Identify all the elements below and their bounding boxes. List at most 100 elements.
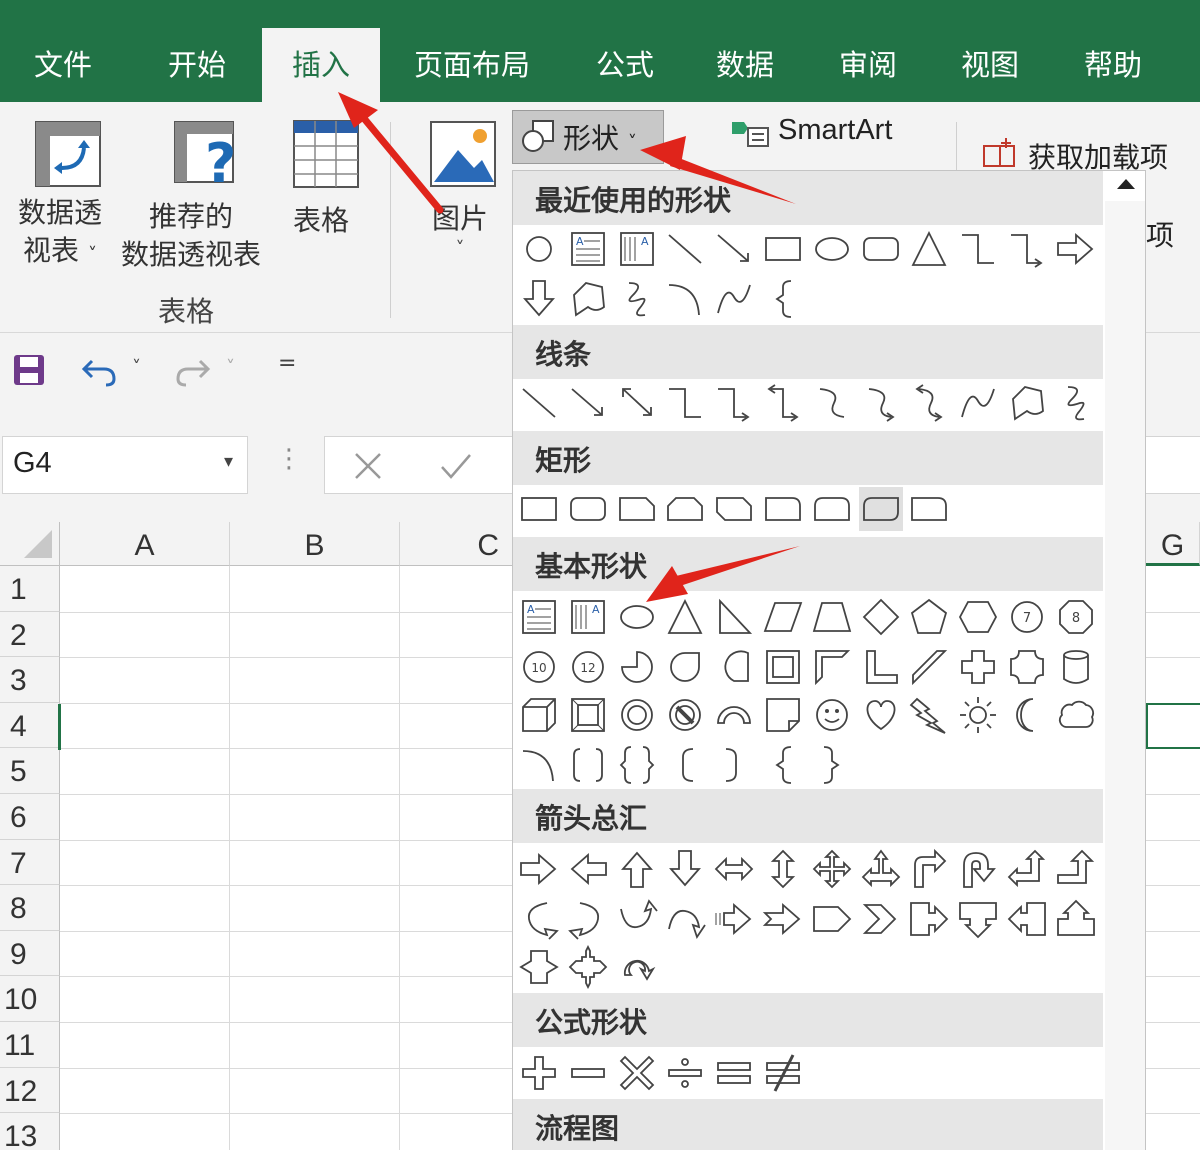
shape-scribble-icon[interactable] — [1054, 381, 1098, 425]
shape-vertical-text-box-icon[interactable]: A — [566, 595, 610, 639]
shape-line-icon[interactable] — [663, 227, 707, 271]
active-cell-g4[interactable] — [1146, 703, 1200, 749]
shape-bent-up-arrow-icon[interactable] — [1054, 847, 1098, 891]
cancel-icon[interactable] — [353, 451, 383, 481]
shape-frame-icon[interactable] — [761, 645, 805, 689]
row-header-1[interactable]: 1 — [0, 566, 60, 612]
name-box[interactable]: G4 ▾ — [2, 436, 248, 494]
shape-left-bracket-icon[interactable] — [663, 743, 707, 787]
shape-rounded-rectangle-icon[interactable] — [859, 227, 903, 271]
shape-right-bracket-icon[interactable] — [712, 743, 756, 787]
shape-block-arc-icon[interactable] — [712, 693, 756, 737]
shape-round-diagonal-icon[interactable] — [858, 487, 903, 531]
shape-pentagon-arrow-icon[interactable] — [810, 897, 854, 941]
shape-circle-icon[interactable] — [517, 227, 561, 271]
shape-right-triangle-icon[interactable] — [712, 595, 756, 639]
shape-decagon-icon[interactable]: 10 — [517, 645, 561, 689]
shape-elbow-connector-icon[interactable] — [663, 381, 707, 425]
shape-hexagon-icon[interactable] — [956, 595, 1000, 639]
shape-divide-icon[interactable] — [663, 1051, 707, 1095]
shape-not-equal-icon[interactable] — [761, 1051, 805, 1095]
shape-right-brace-icon[interactable] — [810, 743, 854, 787]
shape-curved-right-arrow-icon[interactable] — [517, 897, 561, 941]
shape-double-bracket-icon[interactable] — [566, 743, 610, 787]
tab-page-layout[interactable]: 页面布局 — [410, 0, 534, 102]
column-header-b[interactable]: B — [230, 522, 400, 566]
shape-up-arrow-icon[interactable] — [615, 847, 659, 891]
smartart-button[interactable]: SmartArt — [730, 114, 892, 154]
row-header-5[interactable]: 5 — [0, 748, 60, 794]
shape-arrow-line-icon[interactable] — [712, 227, 756, 271]
row-header-6[interactable]: 6 — [0, 794, 60, 840]
shape-minus-icon[interactable] — [566, 1051, 610, 1095]
shape-multiply-icon[interactable] — [615, 1051, 659, 1095]
shape-pie-icon[interactable] — [615, 645, 659, 689]
shape-round-one-corner-icon[interactable] — [761, 487, 805, 531]
shape-teardrop-icon[interactable] — [663, 645, 707, 689]
row-header-7[interactable]: 7 — [0, 839, 60, 886]
shape-rounded-rectangle-icon[interactable] — [566, 487, 610, 531]
shape-parallelogram-icon[interactable] — [761, 595, 805, 639]
scroll-up-icon[interactable] — [1117, 179, 1135, 189]
shape-bevel-icon[interactable] — [566, 693, 610, 737]
shape-triangle-icon[interactable] — [907, 227, 951, 271]
shape-up-down-arrow-icon[interactable] — [761, 847, 805, 891]
tab-home[interactable]: 开始 — [152, 0, 242, 102]
shape-moon-icon[interactable] — [1005, 693, 1049, 737]
shape-rectangle-icon[interactable] — [761, 227, 805, 271]
shape-left-arrow-icon[interactable] — [566, 847, 610, 891]
shape-curved-double-arrow-icon[interactable] — [907, 381, 951, 425]
shape-curved-arrow-connector-icon[interactable] — [859, 381, 903, 425]
picture-button[interactable]: 图片 ˅ — [420, 118, 500, 259]
shape-snip-diagonal-icon[interactable] — [712, 487, 756, 531]
shape-lightning-icon[interactable] — [907, 693, 951, 737]
tab-view[interactable]: 视图 — [945, 0, 1035, 102]
customize-qat-button[interactable]: = — [278, 351, 296, 376]
row-header-4[interactable]: 4 — [0, 702, 60, 749]
tab-review[interactable]: 审阅 — [823, 0, 913, 102]
shape-text-box-icon[interactable]: A — [517, 595, 561, 639]
table-button[interactable]: 表格 — [276, 118, 366, 240]
shape-left-arrow-callout-icon[interactable] — [1005, 897, 1049, 941]
shape-snip-rectangle-icon[interactable] — [615, 487, 659, 531]
shape-freeform-icon[interactable] — [566, 277, 610, 321]
shape-left-up-arrow-icon[interactable] — [1005, 847, 1049, 891]
tab-help[interactable]: 帮助 — [1068, 0, 1158, 102]
redo-button[interactable] — [172, 353, 212, 391]
shape-freeform-icon[interactable] — [1005, 381, 1049, 425]
shape-curved-up-arrow-icon[interactable] — [615, 897, 659, 941]
shape-dodecagon-icon[interactable]: 12 — [566, 645, 610, 689]
shape-cube-icon[interactable] — [517, 693, 561, 737]
shape-donut-icon[interactable] — [615, 693, 659, 737]
shape-curved-down-arrow-icon[interactable] — [663, 897, 707, 941]
recommended-pivot-button[interactable]: ? 推荐的 数据透视表 — [116, 118, 266, 274]
shape-diagonal-stripe-icon[interactable] — [907, 645, 951, 689]
enter-icon[interactable] — [439, 451, 473, 481]
shape-rectangle-icon[interactable] — [517, 487, 561, 531]
shape-left-right-arrow-callout-icon[interactable] — [517, 945, 561, 989]
shape-plus-icon[interactable] — [517, 1051, 561, 1095]
shape-elbow-arrow-connector-icon[interactable] — [1005, 227, 1049, 271]
shape-curve-icon[interactable] — [956, 381, 1000, 425]
gallery-scrollbar[interactable] — [1105, 201, 1145, 1150]
row-header-12[interactable]: 12 — [0, 1067, 60, 1114]
shape-snip-two-corners-icon[interactable] — [663, 487, 707, 531]
shape-diamond-icon[interactable] — [859, 595, 903, 639]
shape-curve-icon[interactable] — [712, 277, 756, 321]
shape-left-right-up-arrow-icon[interactable] — [859, 847, 903, 891]
shape-left-right-arrow-icon[interactable] — [712, 847, 756, 891]
tab-file[interactable]: 文件 — [18, 0, 108, 102]
shape-round-one-corner-icon[interactable] — [907, 487, 951, 531]
tab-formulas[interactable]: 公式 — [580, 0, 670, 102]
shape-half-frame-icon[interactable] — [810, 645, 854, 689]
shape-chord-icon[interactable] — [712, 645, 756, 689]
shape-l-shape-icon[interactable] — [859, 645, 903, 689]
shape-octagon-icon[interactable]: 8 — [1054, 595, 1098, 639]
shape-left-brace-icon[interactable] — [761, 277, 805, 321]
shape-down-arrow-icon[interactable] — [517, 277, 561, 321]
shape-no-symbol-icon[interactable] — [663, 693, 707, 737]
shape-vertical-text-box-icon[interactable]: A — [615, 227, 659, 271]
shape-plaque-icon[interactable] — [1005, 645, 1049, 689]
shape-right-arrow-icon[interactable] — [1054, 227, 1098, 271]
shape-elbow-connector-icon[interactable] — [956, 227, 1000, 271]
